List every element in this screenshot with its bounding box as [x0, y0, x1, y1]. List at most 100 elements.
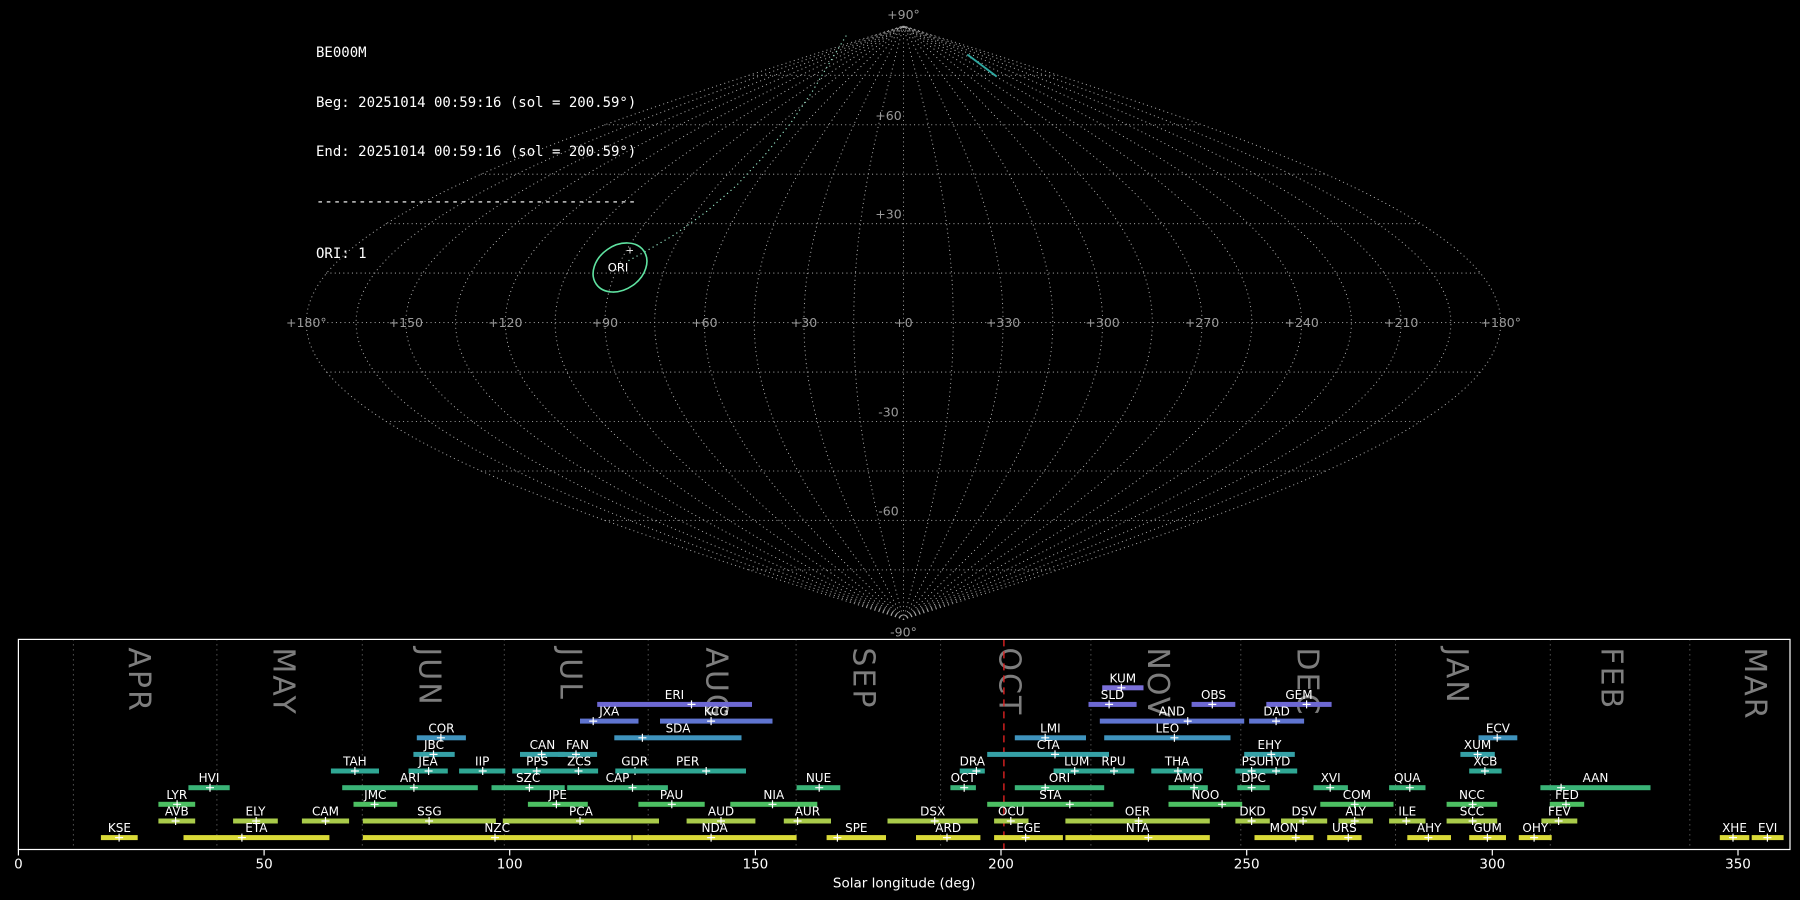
peak-marker	[628, 783, 637, 792]
shower-code: PCA	[569, 805, 594, 819]
month-label: OCT	[991, 647, 1026, 716]
shower-code: NUE	[806, 771, 831, 785]
shower-code: CAM	[312, 805, 339, 819]
shower-code: NIA	[763, 788, 785, 802]
shower-code: COR	[428, 721, 454, 735]
shower-code: KUM	[1109, 671, 1136, 685]
shower-code: CAP	[606, 771, 630, 785]
shower-code: XVI	[1321, 771, 1341, 785]
shower-AHY: AHY	[1407, 821, 1451, 842]
shower-CTA: CTA	[987, 738, 1109, 759]
activity-bar	[597, 701, 752, 707]
shower-code: OBS	[1201, 688, 1226, 702]
shower-code: JXA	[598, 705, 620, 719]
activity-bar	[614, 735, 742, 741]
station-id: BE000M	[316, 45, 367, 62]
shower-code: PPS	[526, 755, 548, 769]
lon-label: +180°	[1480, 315, 1521, 330]
shower-code: EHY	[1258, 738, 1283, 752]
shower-code: OER	[1125, 805, 1150, 819]
shower-AUR: AUR	[783, 805, 831, 825]
shower-code: ELY	[245, 805, 266, 819]
shower-SDA: SDA	[614, 721, 742, 742]
shower-code: QUA	[1394, 771, 1421, 785]
x-tick-label: 150	[743, 857, 769, 873]
shower-code: COM	[1343, 788, 1371, 802]
shower-code: AMO	[1174, 771, 1202, 785]
activity-bar	[1065, 835, 1210, 841]
shower-SLD: SLD	[1088, 688, 1137, 709]
shower-code: FED	[1555, 788, 1579, 802]
shower-code: SSG	[417, 805, 442, 819]
shower-MON: MON	[1254, 821, 1314, 842]
shower-code: DRA	[960, 755, 986, 769]
shower-count: ORI: 1	[316, 246, 367, 263]
shower-code: LEO	[1155, 721, 1179, 735]
radiant-drift-track	[967, 54, 997, 77]
peak-marker	[702, 767, 711, 775]
activity-bar	[987, 751, 1109, 757]
month-label: JUN	[412, 645, 447, 706]
lat-label: +60	[875, 108, 901, 123]
shower-ETA: ETA	[183, 821, 330, 842]
shower-code: EGE	[1016, 821, 1040, 835]
x-tick-label: 350	[1725, 857, 1751, 873]
month-label: JUL	[553, 645, 588, 701]
shower-XCB: XCB	[1469, 755, 1502, 775]
shower-bars: KUM ERI SLD OBS GEM JXA KCG AND DAD COR SDA LMI LEO E…	[100, 671, 1784, 842]
month-label: SEP	[845, 647, 880, 709]
shower-EVI: EVI	[1751, 821, 1784, 842]
shower-code: ETA	[245, 821, 268, 835]
activity-bar	[580, 718, 639, 724]
activity-bar	[1104, 735, 1231, 741]
shower-code: KSE	[108, 821, 131, 835]
shower-ARI: ARI	[342, 771, 478, 792]
lon-label: +210	[1384, 315, 1418, 330]
month-label: FEB	[1594, 647, 1629, 710]
shower-code: SCC	[1460, 805, 1484, 819]
shower-code: TAH	[342, 755, 367, 769]
x-tick-label: 100	[497, 857, 523, 873]
lon-label: +0	[894, 315, 912, 330]
shower-code: STA	[1039, 788, 1062, 802]
shower-DKD: DKD	[1235, 805, 1270, 825]
shower-code: MON	[1270, 821, 1299, 835]
shower-code: GUM	[1473, 821, 1501, 835]
shower-code: THA	[1164, 755, 1190, 769]
shower-code: GEM	[1285, 688, 1312, 702]
x-tick-label: 250	[1234, 857, 1260, 873]
x-tick-label: 50	[256, 857, 273, 873]
shower-code: ARD	[935, 821, 961, 835]
activity-bar	[783, 818, 831, 824]
x-axis: 0 50 100 150 200 250 300 350 Solar longitude (de…	[14, 849, 1751, 892]
activity-bar	[629, 768, 746, 774]
shower-code: OHY	[1522, 821, 1548, 835]
shower-code: OCT	[951, 771, 977, 785]
month-labels: APR MAY JUN JUL AUG SEP OCT NOV DEC JAN FEB MAR	[121, 645, 1772, 720]
shower-IIP: IIP	[459, 755, 506, 775]
activity-bar	[1168, 801, 1243, 807]
activity-bar	[1254, 835, 1314, 841]
shower-code: SZC	[516, 771, 540, 785]
lon-label: +330	[986, 315, 1020, 330]
shower-code: LUM	[1064, 755, 1089, 769]
lat-label: +90°	[887, 7, 920, 22]
shower-PCA: PCA	[502, 805, 659, 825]
shower-code: ORI	[1049, 771, 1070, 785]
shower-code: SPE	[845, 821, 867, 835]
activity-bar	[567, 785, 668, 791]
activity-bar	[183, 835, 330, 841]
shower-code: ILE	[1398, 805, 1416, 819]
shower-code: PER	[676, 755, 699, 769]
shower-CAM: CAM	[301, 805, 350, 825]
lon-label: +180°	[286, 315, 327, 330]
shower-code: NTA	[1126, 821, 1150, 835]
x-tick-label: 0	[14, 857, 23, 873]
shower-code: ECV	[1486, 721, 1511, 735]
x-axis-title: Solar longitude (deg)	[833, 876, 976, 892]
shower-NZC: NZC	[362, 821, 632, 842]
plot-canvas: +90° +60 +30 -30 -60 -90° +180° +150 +120 +90 +60 +…	[14, 7, 1791, 892]
shower-code: DAD	[1263, 705, 1289, 719]
shower-code: CTA	[1037, 738, 1061, 752]
shower-URS: URS	[1327, 821, 1362, 842]
